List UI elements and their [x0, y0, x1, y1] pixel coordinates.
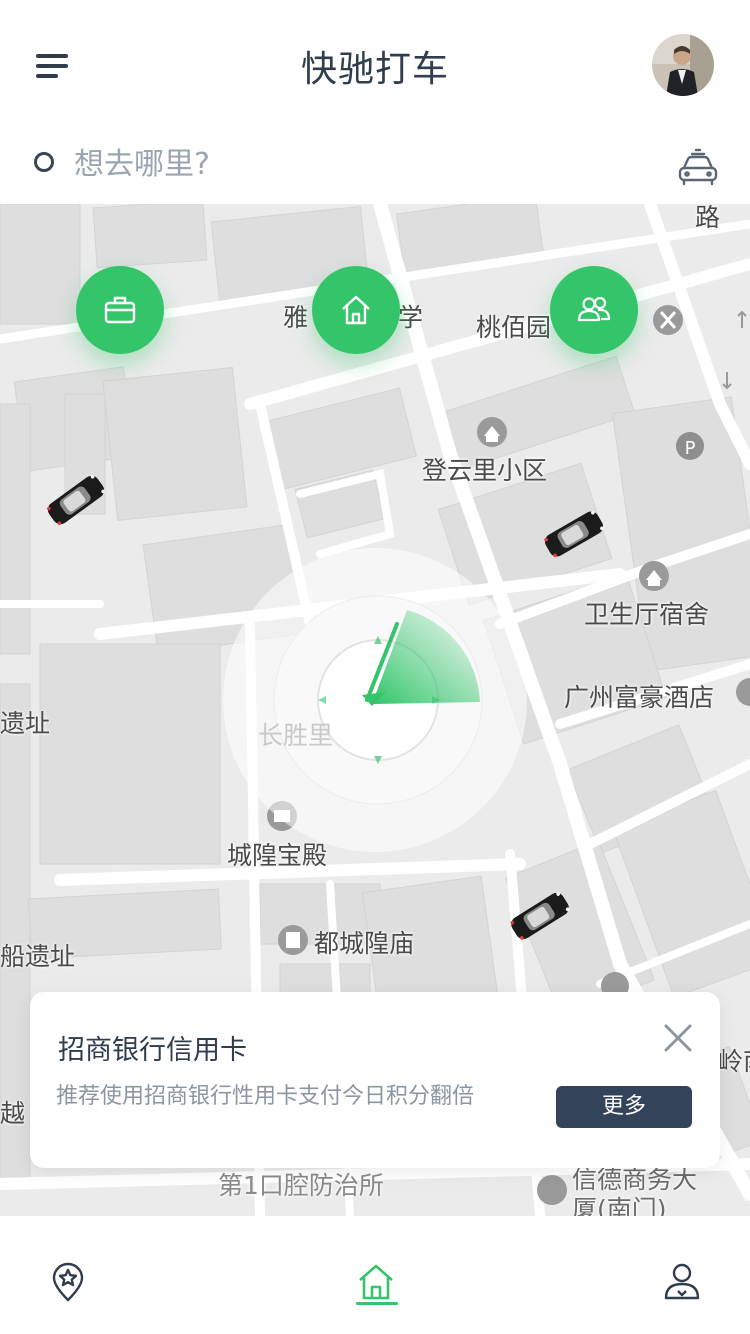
friends-shortcut-button[interactable] [550, 266, 638, 354]
driver-profile-icon[interactable] [660, 1260, 704, 1304]
map-label: 岭南 [718, 1047, 750, 1076]
map-label: 遗址 [0, 709, 51, 738]
map-label: 卫生厅宿舍 [584, 600, 710, 629]
svg-text:P: P [685, 438, 696, 459]
promo-title: 招商银行信用卡 [58, 1035, 247, 1066]
map-label: 船遗址 [0, 942, 76, 971]
map-label: 学 [398, 303, 424, 332]
destination-input[interactable] [72, 138, 596, 190]
promo-card: 招商银行信用卡 推荐使用招商银行性用卡支付今日积分翻倍 更多 [30, 992, 720, 1168]
location-star-icon[interactable] [46, 1260, 90, 1304]
taxi-icon[interactable] [676, 148, 720, 188]
origin-dot-icon [34, 152, 54, 172]
group-icon [577, 296, 611, 322]
destination-search-bar [0, 130, 750, 204]
map-label: 第1口腔防治所 [218, 1171, 384, 1200]
more-button[interactable]: 更多 [556, 1086, 692, 1128]
map-label: 桃佰园 [476, 313, 552, 342]
home-icon [342, 295, 370, 325]
map-label: 厦(南门) [572, 1195, 667, 1216]
map-label: 雅 [283, 303, 309, 332]
map-label: 都城隍庙 [314, 929, 415, 958]
active-tab-indicator [356, 1302, 398, 1305]
compass-radar-icon [320, 640, 440, 760]
home-shortcut-button[interactable] [312, 266, 400, 354]
map-label: 广州富豪酒店 [564, 683, 715, 712]
map-label: 越 [0, 1099, 26, 1128]
map-label: 路 [695, 204, 721, 232]
map-label: 城隍宝殿 [227, 841, 328, 870]
map-label: 登云里小区 [422, 456, 548, 485]
promo-description: 推荐使用招商银行性用卡支付今日积分翻倍 [56, 1084, 475, 1109]
close-icon[interactable] [660, 1020, 696, 1056]
user-avatar[interactable] [652, 34, 714, 96]
app-header: 快驰打车 [0, 0, 750, 130]
home-icon[interactable] [354, 1260, 398, 1304]
bottom-nav [0, 1216, 750, 1334]
briefcase-icon [104, 296, 136, 324]
work-shortcut-button[interactable] [76, 266, 164, 354]
menu-icon[interactable] [30, 48, 74, 84]
page-title: 快驰打车 [300, 49, 449, 90]
